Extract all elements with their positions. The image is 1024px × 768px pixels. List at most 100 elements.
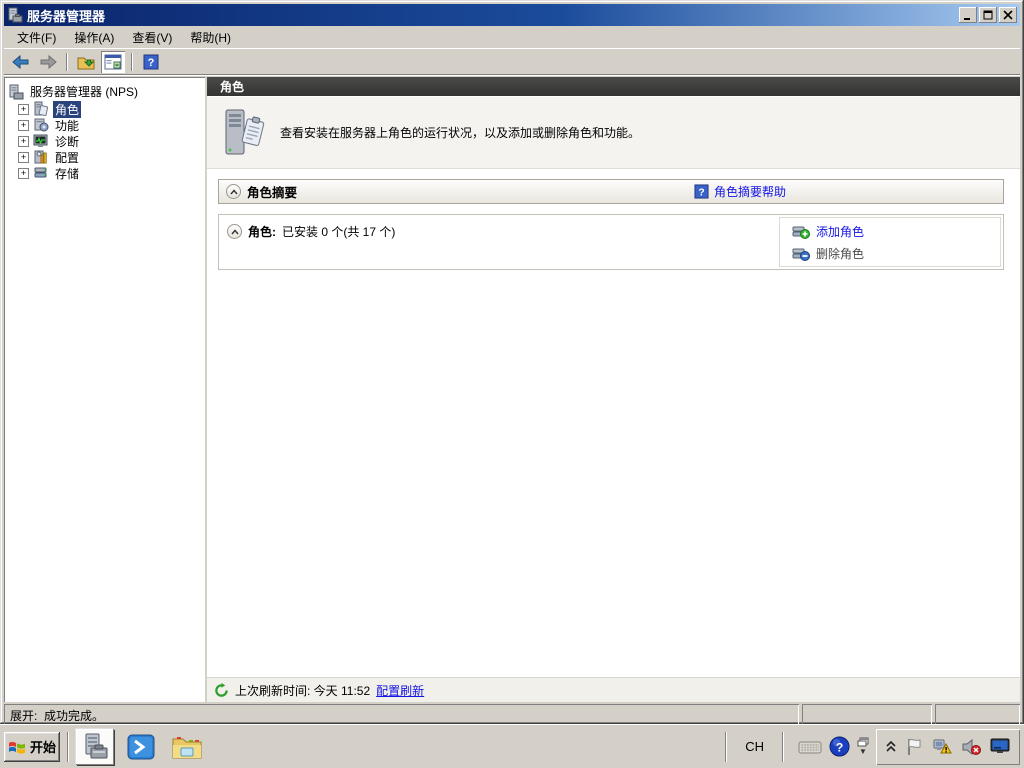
collapse-roles-button[interactable] [227,224,242,239]
roles-count-label: 角色: [248,225,276,239]
taskbar: 开始 CH ? ▼ [0,724,1024,768]
server-manager-window: 服务器管理器 文件(F) 操作(A) 查看(V) 帮助(H) ? 服务器管理器 … [0,0,1024,724]
roles-summary-header: 角色摘要 ? 角色摘要帮助 [218,179,1004,204]
main-panel: 角色 查看安装在服务器上角色的运行状况，以及添加或删除角色和功能。 角色摘要 ?… [207,77,1020,702]
tree-item-roles-label[interactable]: 角色 [53,100,82,118]
window-body: 服务器管理器 (NPS) + 角色 + 功能 + 诊断 + 配置 + 存储 角色… [4,77,1020,702]
tray-help-icon[interactable]: ? [829,736,850,757]
toolbar-options-button[interactable]: ▼ [857,737,869,756]
tree-item-diagnostics[interactable]: + 诊断 [6,133,203,149]
refresh-icon [214,682,229,698]
expand-icon[interactable]: + [18,135,29,147]
menu-action[interactable]: 操作(A) [65,26,123,49]
back-button[interactable] [9,51,33,73]
toolbar-separator [131,52,133,71]
collapse-summary-button[interactable] [226,184,241,199]
start-button[interactable]: 开始 [4,731,60,762]
tray-separator [782,731,784,762]
expand-icon[interactable]: + [18,119,29,131]
window-restore-icon [857,737,869,747]
status-message: 展开: 成功完成。 [4,704,799,726]
menu-view[interactable]: 查看(V) [123,26,181,49]
tree-root-server-manager[interactable]: 服务器管理器 (NPS) [6,82,203,101]
keyboard-icon[interactable] [798,739,822,755]
task-explorer[interactable] [168,729,206,765]
network-warning-icon[interactable] [932,738,952,756]
show-hide-console-tree-button[interactable] [74,51,98,73]
close-button[interactable] [999,7,1017,23]
task-server-manager[interactable] [76,728,114,765]
expand-icon[interactable]: + [18,103,29,115]
menu-bar: 文件(F) 操作(A) 查看(V) 帮助(H) [4,26,1020,49]
svg-text:?: ? [836,740,844,754]
tree-root-label[interactable]: 服务器管理器 (NPS) [28,83,140,100]
svg-text:?: ? [698,187,704,198]
remove-role-icon [792,248,810,261]
roles-actions-box: 添加角色 删除角色 [779,217,1001,267]
roles-content: 角色摘要 ? 角色摘要帮助 角色: 已安装 0 个(共 17 个) 添加角色 删… [207,169,1020,677]
forward-arrow-icon [40,54,57,69]
page-title-bar: 角色 [207,77,1020,97]
status-bar: 展开: 成功完成。 [4,704,1020,726]
chevron-up-icon [229,188,238,194]
toolbar: ? [4,49,1020,75]
help-icon: ? [143,54,159,69]
back-arrow-icon [12,54,29,69]
features-icon [33,117,49,133]
display-settings-icon[interactable] [990,738,1010,755]
tree-item-storage-label[interactable]: 存储 [53,165,81,182]
tree-item-configuration-label[interactable]: 配置 [53,149,81,166]
remove-roles-link[interactable]: 删除角色 [792,245,1000,262]
roles-banner-icon [220,108,266,158]
toolbar-separator [66,52,68,71]
powershell-icon [127,734,155,759]
desktop: 服务器管理器 文件(F) 操作(A) 查看(V) 帮助(H) ? 服务器管理器 … [0,0,1024,768]
menu-help[interactable]: 帮助(H) [181,26,240,49]
menu-file[interactable]: 文件(F) [8,26,65,49]
help-icon: ? [694,184,709,199]
chevron-up-icon [230,228,239,234]
roles-summary-title: 角色摘要 [247,186,298,200]
window-title: 服务器管理器 [27,8,106,24]
refresh-bar: 上次刷新时间: 今天 11:52 配置刷新 [207,677,1020,702]
action-center-flag-icon[interactable] [905,738,923,756]
svg-text:?: ? [148,57,155,69]
tree-item-diagnostics-label[interactable]: 诊断 [53,133,81,150]
titlebar[interactable]: 服务器管理器 [4,4,1020,26]
notification-area [876,729,1020,765]
start-label: 开始 [29,740,56,755]
add-roles-link[interactable]: 添加角色 [792,223,1000,240]
console-panes-button[interactable] [101,50,125,73]
tree-item-storage[interactable]: + 存储 [6,165,203,181]
roles-summary-help-link[interactable]: ? 角色摘要帮助 [694,183,996,200]
add-role-icon [792,226,810,239]
configuration-icon [33,149,49,165]
forward-button[interactable] [36,51,60,73]
volume-muted-icon[interactable] [961,738,981,756]
language-indicator[interactable]: CH [741,739,768,754]
tray-separator [725,731,728,762]
windows-logo-icon [8,741,25,754]
tree-item-features[interactable]: + 功能 [6,117,203,133]
diagnostics-icon [33,133,49,149]
last-refresh-time: 上次刷新时间: 今天 11:52 [235,683,371,698]
server-manager-node-icon [8,84,24,100]
maximize-button[interactable] [979,7,997,23]
tree-item-features-label[interactable]: 功能 [53,117,81,134]
console-tree-panel[interactable]: 服务器管理器 (NPS) + 角色 + 功能 + 诊断 + 配置 + 存储 [4,77,205,702]
help-button[interactable]: ? [139,51,163,73]
expand-icon[interactable]: + [18,167,29,179]
taskbar-separator [67,731,69,762]
show-hidden-icons-button[interactable] [886,740,896,753]
tree-item-configuration[interactable]: + 配置 [6,149,203,165]
roles-description: 查看安装在服务器上角色的运行状况，以及添加或删除角色和功能。 [280,126,641,140]
configure-refresh-link[interactable]: 配置刷新 [376,682,424,699]
roles-banner: 查看安装在服务器上角色的运行状况，以及添加或删除角色和功能。 [207,97,1020,169]
expand-icon[interactable]: + [18,151,29,163]
roles-count-status: 已安装 0 个(共 17 个) [282,225,396,239]
minimize-button[interactable] [959,7,977,23]
page-title: 角色 [220,80,245,94]
system-tray: CH ? ▼ [718,729,1020,765]
tree-item-roles[interactable]: + 角色 [6,100,203,118]
task-powershell[interactable] [122,729,160,765]
